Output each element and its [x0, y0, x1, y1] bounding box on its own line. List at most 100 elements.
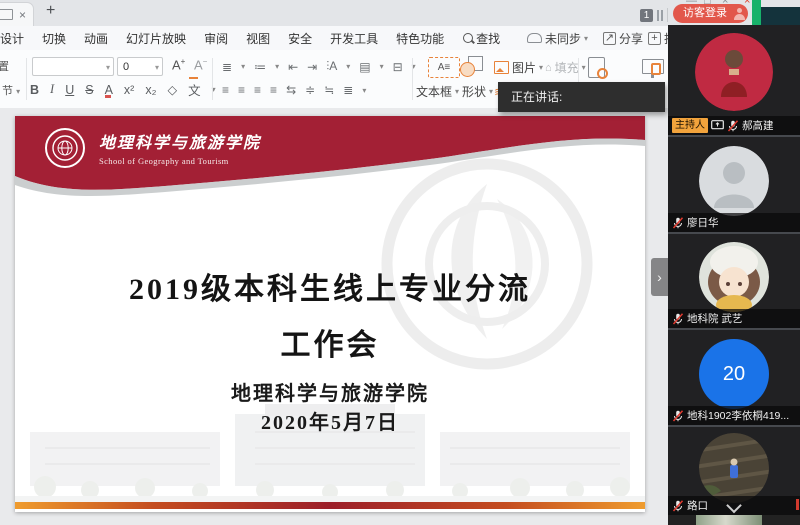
shapes-icon[interactable]	[460, 62, 475, 77]
school-name-en: School of Geography and Tourism	[99, 156, 261, 166]
chevron-down-icon: ▾	[16, 87, 20, 96]
menu-devtools[interactable]: 开发工具	[321, 30, 387, 47]
chevron-down-icon[interactable]	[726, 498, 742, 514]
slide-master-icon[interactable]	[588, 57, 605, 78]
minimize-button[interactable]: —	[686, 0, 697, 7]
slide[interactable]: 地理科学与旅游学院 School of Geography and Touris…	[15, 116, 645, 512]
font-size-combo[interactable]: 0 ▾	[117, 57, 163, 76]
chevron-down-icon: ▾	[275, 62, 279, 71]
chevron-down-icon: ▾	[346, 62, 350, 71]
decrease-font-button[interactable]: A−	[194, 57, 207, 72]
text-direction-button[interactable]: ⫶A	[326, 59, 337, 74]
participant-name-bar: 地科1902李依桐419...	[668, 406, 800, 425]
speaking-tooltip: 正在讲话:	[498, 82, 665, 112]
insert-picture-button[interactable]: 图片▾	[494, 59, 543, 76]
participant-name-bar: 路口	[668, 496, 800, 515]
menu-slideshow[interactable]: 幻灯片放映	[117, 30, 195, 47]
increase-font-button[interactable]: A+	[172, 57, 185, 72]
insert-shape-button[interactable]: 形状▾	[462, 83, 493, 100]
avatar	[699, 433, 769, 503]
font-name-combo[interactable]: ▾	[32, 57, 114, 76]
participant-name: 地科1902李依桐419...	[687, 408, 796, 423]
meeting-window-corner	[761, 7, 800, 26]
underline-button[interactable]: U	[65, 83, 74, 97]
bullet-list-button[interactable]: ≣	[222, 60, 232, 74]
alert-indicator	[796, 499, 799, 510]
tab-close-icon[interactable]: ×	[19, 9, 26, 21]
fill-button[interactable]: ⌂ 填充▾	[545, 59, 586, 76]
section-label: 节	[2, 85, 13, 97]
textbox-icon[interactable]: A≡	[428, 57, 460, 78]
avatar: 20	[699, 339, 769, 409]
numbered-list-button[interactable]: ≔	[254, 60, 266, 74]
avatar	[699, 242, 769, 312]
cloud-sync-icon	[527, 33, 542, 43]
participant-tile[interactable]: 20 地科1902李依桐419...	[668, 330, 800, 425]
section-button[interactable]: 节 ▾	[2, 82, 20, 98]
clear-format-button[interactable]: ◇	[167, 82, 177, 97]
reset-section-column: 重置 节 ▾	[0, 50, 24, 108]
menu-special-features[interactable]: 特色功能	[387, 30, 453, 47]
sync-status-button[interactable]: 未同步 ▾	[527, 26, 588, 50]
participant-name-bar: 地科院 武艺	[668, 309, 800, 328]
line-spacing-button[interactable]: ≑	[305, 83, 315, 97]
participant-tile[interactable]: 地科院 武艺	[668, 234, 800, 328]
projector-settings-icon[interactable]	[642, 59, 664, 74]
mic-muted-icon	[672, 217, 684, 229]
menu-security[interactable]: 安全	[279, 30, 321, 47]
tabbar-divider	[667, 8, 668, 22]
find-button[interactable]: 查找	[463, 30, 500, 47]
menu-design[interactable]: 设计	[0, 30, 33, 47]
document-count-badge[interactable]: 1	[640, 9, 653, 22]
reset-button[interactable]: 重置	[0, 58, 23, 74]
maximize-button[interactable]: □	[704, 0, 711, 7]
badge-bar-icon	[657, 10, 659, 21]
paragraph-settings-button[interactable]: ≣	[343, 83, 353, 97]
decrease-indent-button[interactable]: ⇤	[288, 60, 298, 74]
font-size-value: 0	[123, 58, 129, 77]
increase-indent-button[interactable]: ⇥	[307, 60, 317, 74]
align-text-button[interactable]: ⊟	[393, 60, 403, 74]
justify-button[interactable]: ≡	[270, 83, 277, 97]
chevron-down-icon: ▾	[241, 62, 245, 71]
sidebar-collapse-handle[interactable]: ›	[651, 258, 668, 296]
person-icon	[737, 8, 742, 13]
paragraph-spacing-button[interactable]: ≒	[324, 83, 334, 97]
find-label: 查找	[476, 30, 500, 47]
superscript-button[interactable]: x²	[124, 83, 134, 97]
comment-icon: +	[648, 32, 661, 45]
new-tab-button[interactable]: +	[46, 2, 55, 20]
partial-video-thumbnail	[696, 515, 762, 525]
menu-view[interactable]: 视图	[237, 30, 279, 47]
strikethrough-button[interactable]: S	[85, 83, 93, 97]
close-icon[interactable]: ×	[744, 0, 750, 7]
align-center-button[interactable]: ≡	[238, 83, 245, 97]
placeholder-button[interactable]: ▤	[359, 60, 370, 74]
menu-animations[interactable]: 动画	[75, 30, 117, 47]
chevron-down-icon: ▾	[106, 58, 110, 77]
align-right-button[interactable]: ≡	[254, 83, 261, 97]
mic-muted-icon	[727, 120, 739, 132]
distribute-button[interactable]: ⇆	[286, 83, 296, 97]
green-edge-strip	[752, 0, 761, 26]
close-button[interactable]: ×	[722, 0, 728, 7]
document-tab[interactable]: ×	[0, 2, 34, 26]
slide-subtitle: 地理科学与旅游学院 2020年5月7日	[15, 380, 645, 438]
menu-transitions[interactable]: 切换	[33, 30, 75, 47]
align-left-button[interactable]: ≡	[222, 83, 229, 97]
font-color-button[interactable]: A	[105, 83, 113, 97]
share-button[interactable]: ↗ 分享	[603, 26, 643, 50]
participant-name-bar: 廖日华	[668, 213, 800, 232]
participant-tile[interactable]: 路口	[668, 427, 800, 515]
participant-tile[interactable]: 廖日华	[668, 137, 800, 232]
tab-bar: × + 1 访客登录 — □ × ×	[0, 0, 800, 26]
subscript-button[interactable]: x₂	[145, 83, 156, 97]
insert-textbox-button[interactable]: 文本框▾	[416, 83, 459, 100]
speaking-label: 正在讲话:	[511, 90, 562, 104]
phonetic-guide-button[interactable]: 文	[188, 80, 201, 99]
bold-button[interactable]: B	[30, 83, 39, 97]
menu-review[interactable]: 审阅	[195, 30, 237, 47]
italic-button[interactable]: I	[50, 82, 54, 97]
screen-share-icon	[711, 120, 724, 131]
participant-tile-host[interactable]: 主持人 郝高建	[668, 25, 800, 135]
